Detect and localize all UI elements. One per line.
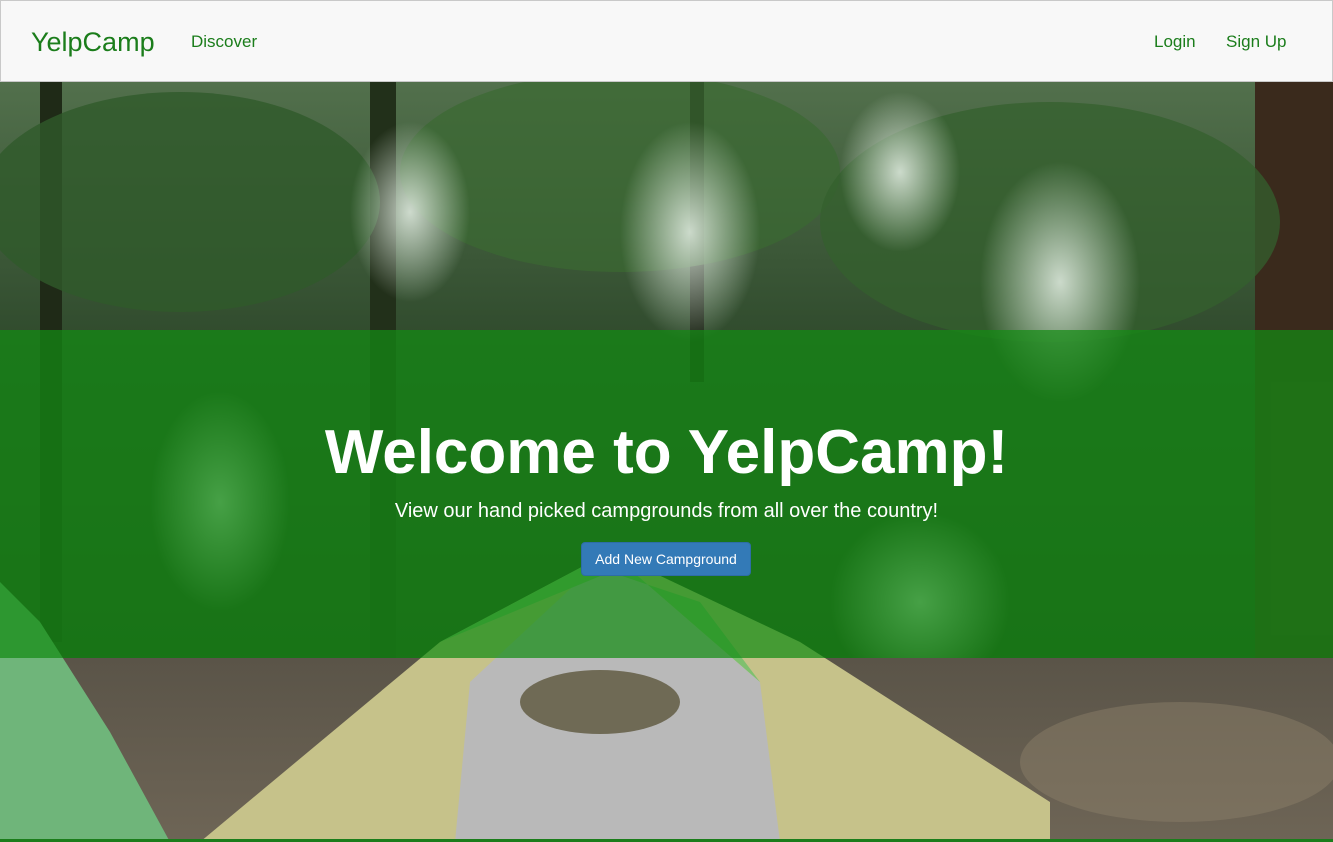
nav-link-signup[interactable]: Sign Up [1226, 31, 1286, 53]
hero-section: Welcome to YelpCamp! View our hand picke… [0, 82, 1333, 842]
hero-title: Welcome to YelpCamp! [324, 418, 1009, 487]
add-new-campground-button[interactable]: Add New Campground [581, 542, 751, 576]
hero-green-overlay [0, 330, 1333, 658]
nav-link-login[interactable]: Login [1154, 31, 1196, 53]
nav-link-discover[interactable]: Discover [191, 31, 257, 53]
brand-logo-link[interactable]: YelpCamp [31, 25, 155, 59]
hero-subtitle: View our hand picked campgrounds from al… [394, 500, 939, 522]
top-navbar: YelpCamp Discover Login Sign Up [0, 0, 1333, 82]
